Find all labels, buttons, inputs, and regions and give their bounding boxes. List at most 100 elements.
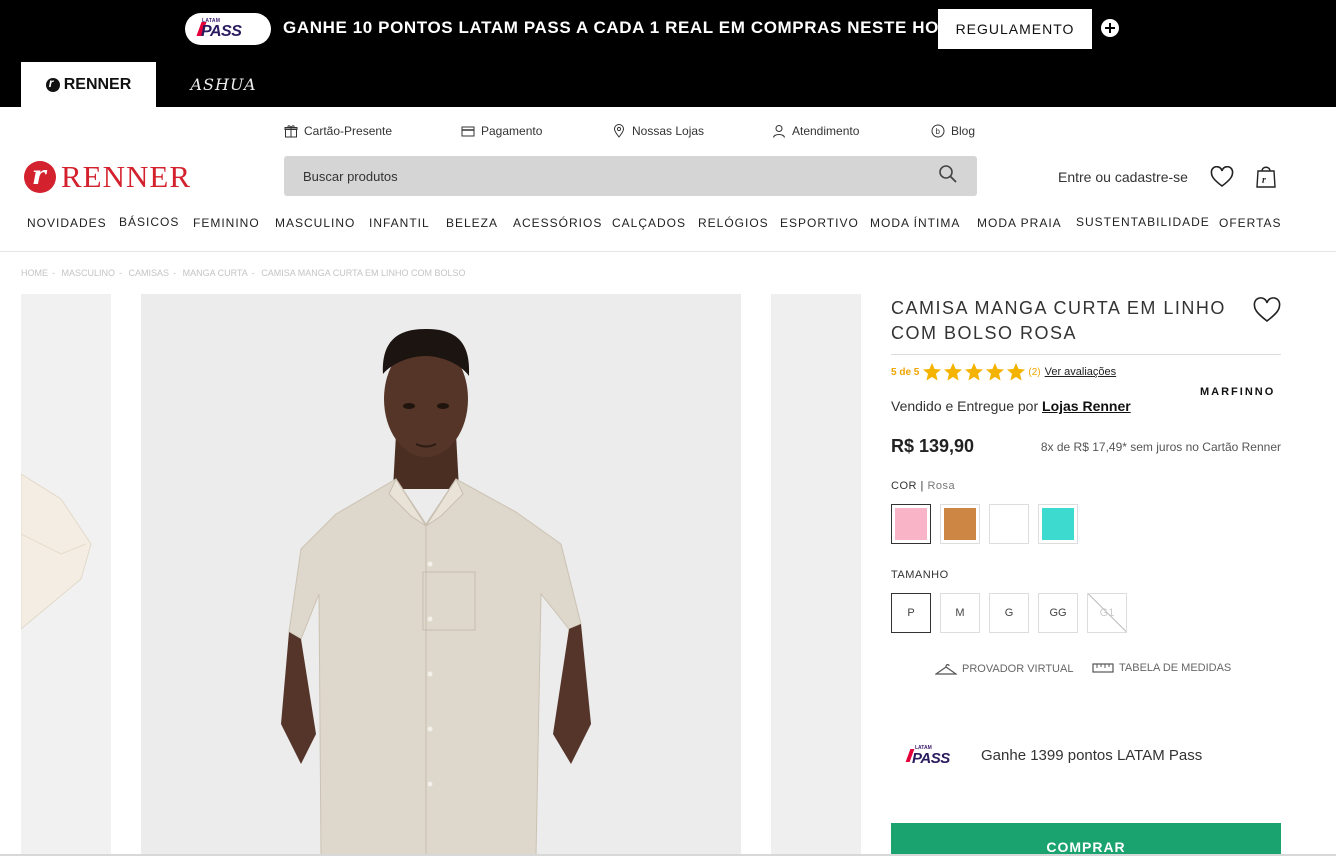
nav-novidades[interactable]: NOVIDADES bbox=[27, 216, 107, 230]
util-blog-label: Blog bbox=[951, 124, 976, 138]
color-label: COR | Rosa bbox=[891, 480, 956, 492]
nav-relogios[interactable]: RELÓGIOS bbox=[698, 216, 769, 230]
util-support-label: Atendimento bbox=[792, 124, 860, 138]
ruler-icon bbox=[1092, 663, 1114, 673]
renner-mark-icon bbox=[45, 76, 60, 92]
util-payment[interactable]: Pagamento bbox=[461, 124, 542, 138]
nav-calcados[interactable]: CALÇADOS bbox=[612, 216, 686, 230]
blog-icon: b bbox=[931, 124, 945, 138]
tab-ashua[interactable]: ASHUA bbox=[156, 62, 291, 107]
login-link[interactable]: Entre ou cadastre-se bbox=[1058, 169, 1188, 185]
gallery-thumb-right[interactable] bbox=[771, 294, 861, 856]
location-pin-icon bbox=[613, 124, 625, 138]
size-option-g1-unavailable: G1 bbox=[1087, 593, 1127, 633]
promo-bar: LATAM PASS GANHE 10 PONTOS LATAM PASS A … bbox=[0, 0, 1336, 107]
renner-logo[interactable]: RENNER bbox=[24, 159, 191, 194]
nav-feminino[interactable]: FEMININO bbox=[193, 216, 260, 230]
virtual-fitting-link[interactable]: PROVADOR VIRTUAL bbox=[935, 662, 1073, 676]
shirt-fold-image bbox=[21, 473, 92, 630]
breadcrumb-home[interactable]: HOME bbox=[21, 268, 48, 278]
product-main-image[interactable] bbox=[141, 294, 741, 856]
nav-acessorios[interactable]: ACESSÓRIOS bbox=[513, 216, 602, 230]
size-option-p[interactable]: P bbox=[891, 593, 931, 633]
size-label: TAMANHO bbox=[891, 569, 949, 581]
shopping-bag-icon[interactable]: r bbox=[1255, 164, 1277, 188]
nav-sustentabilidade[interactable]: SUSTENTABILIDADE bbox=[1076, 215, 1210, 229]
size-option-gg[interactable]: GG bbox=[1038, 593, 1078, 633]
breadcrumb-separator: - bbox=[251, 268, 255, 278]
breadcrumb-separator: - bbox=[173, 268, 177, 278]
heart-icon[interactable] bbox=[1210, 166, 1234, 188]
util-blog[interactable]: b Blog bbox=[931, 124, 975, 138]
breadcrumb: HOME - MASCULINO - CAMISAS - MANGA CURTA - C… bbox=[21, 268, 470, 278]
size-option-m[interactable]: M bbox=[940, 593, 980, 633]
nav-moda-praia[interactable]: MODA PRAIA bbox=[977, 216, 1062, 230]
rating-score: 5 de 5 bbox=[891, 366, 920, 378]
latam-pass-points-logo: LATAM PASS bbox=[905, 745, 957, 769]
nav-basicos[interactable]: BÁSICOS bbox=[119, 215, 179, 229]
color-swatch-caramelo[interactable] bbox=[940, 504, 980, 544]
search-input[interactable] bbox=[284, 156, 924, 196]
tab-renner[interactable]: RENNER bbox=[21, 62, 156, 107]
regulamento-button[interactable]: REGULAMENTO bbox=[938, 9, 1092, 49]
color-swatch-rosa[interactable] bbox=[891, 504, 931, 544]
util-gift-card[interactable]: Cartão-Presente bbox=[284, 124, 392, 138]
breadcrumb-manga-curta[interactable]: MANGA CURTA bbox=[183, 268, 248, 278]
nav-esportivo[interactable]: ESPORTIVO bbox=[780, 216, 859, 230]
color-swatch-branco[interactable] bbox=[989, 504, 1029, 544]
color-label-text: COR bbox=[891, 480, 917, 492]
size-chart-link[interactable]: TABELA DE MEDIDAS bbox=[1092, 662, 1231, 674]
color-swatch-verde-agua[interactable] bbox=[1038, 504, 1078, 544]
user-icon bbox=[773, 125, 785, 138]
svg-text:b: b bbox=[936, 127, 941, 136]
hanger-icon bbox=[935, 664, 957, 675]
star-icon bbox=[986, 363, 1005, 381]
breadcrumb-separator: - bbox=[52, 268, 55, 278]
nav-ofertas[interactable]: OFERTAS bbox=[1219, 216, 1282, 230]
buy-button[interactable]: COMPRAR bbox=[891, 823, 1281, 856]
nav-masculino[interactable]: MASCULINO bbox=[275, 216, 355, 230]
search-icon[interactable] bbox=[938, 164, 958, 184]
product-brand[interactable]: MARFINNO bbox=[1200, 386, 1275, 398]
search-bar bbox=[284, 156, 977, 196]
seller-prefix: Vendido e Entregue por bbox=[891, 398, 1039, 414]
util-stores[interactable]: Nossas Lojas bbox=[612, 124, 704, 138]
product-title: CAMISA MANGA CURTA EM LINHO COM BOLSO RO… bbox=[891, 298, 1226, 343]
seller-link[interactable]: Lojas Renner bbox=[1042, 398, 1131, 414]
review-count: (2) bbox=[1028, 366, 1041, 378]
title-divider bbox=[891, 354, 1281, 355]
svg-text:r: r bbox=[1262, 175, 1266, 186]
size-option-g[interactable]: G bbox=[989, 593, 1029, 633]
nav-moda-intima[interactable]: MODA ÍNTIMA bbox=[870, 216, 960, 230]
nav-beleza[interactable]: BELEZA bbox=[446, 216, 498, 230]
util-support[interactable]: Atendimento bbox=[772, 124, 859, 138]
size-chart-label: TABELA DE MEDIDAS bbox=[1119, 662, 1232, 674]
breadcrumb-camisas[interactable]: CAMISAS bbox=[129, 268, 170, 278]
favorite-heart-icon[interactable] bbox=[1253, 297, 1281, 323]
latam-pass-logo: LATAM PASS bbox=[185, 13, 271, 45]
tab-renner-label: RENNER bbox=[63, 75, 132, 93]
breadcrumb-current: CAMISA MANGA CURTA EM LINHO COM BOLSO bbox=[261, 268, 466, 278]
nav-infantil[interactable]: INFANTIL bbox=[369, 216, 430, 230]
product-rating: 5 de 5 (2) Ver avaliações bbox=[891, 362, 1116, 382]
selected-color-name: Rosa bbox=[927, 480, 956, 492]
installments-text: 8x de R$ 17,49* sem juros no Cartão Renn… bbox=[1040, 440, 1281, 454]
plus-icon[interactable] bbox=[1101, 19, 1119, 37]
tab-ashua-label: ASHUA bbox=[190, 75, 257, 94]
model-photo bbox=[141, 294, 741, 856]
virtual-fitting-label: PROVADOR VIRTUAL bbox=[962, 663, 1074, 675]
latam-points-logo-big: PASS bbox=[912, 750, 950, 767]
util-payment-label: Pagamento bbox=[481, 124, 543, 138]
renner-logo-mark-icon bbox=[24, 161, 56, 193]
star-icon bbox=[1007, 363, 1026, 381]
gallery-thumb-left[interactable] bbox=[21, 294, 111, 856]
payment-icon bbox=[461, 126, 475, 137]
breadcrumb-masculino[interactable]: MASCULINO bbox=[62, 268, 116, 278]
header-divider bbox=[0, 251, 1336, 252]
breadcrumb-separator: - bbox=[119, 268, 123, 278]
product-price: R$ 139,90 bbox=[891, 436, 975, 456]
star-icon bbox=[965, 363, 984, 381]
see-reviews-link[interactable]: Ver avaliações bbox=[1045, 366, 1117, 378]
seller-info: Vendido e Entregue por Lojas Renner bbox=[891, 398, 1131, 414]
util-gift-card-label: Cartão-Presente bbox=[304, 124, 393, 138]
